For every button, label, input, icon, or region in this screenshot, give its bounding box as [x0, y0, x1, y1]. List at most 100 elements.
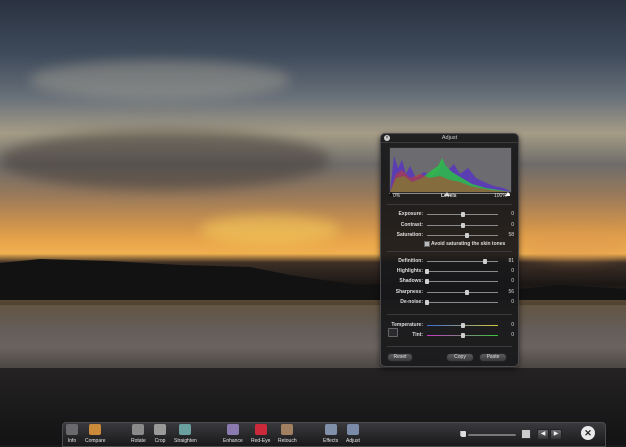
slider-knob[interactable]: [460, 333, 465, 338]
toolbar-label: Compare: [85, 438, 106, 444]
toolbar-label: Info: [67, 438, 77, 444]
slider-label: Contrast:: [400, 222, 423, 228]
crop-icon: [154, 424, 166, 435]
copy-button[interactable]: Copy: [446, 353, 474, 362]
slider-row-definition[interactable]: Definition: 81: [385, 258, 514, 265]
slider-knob[interactable]: [425, 269, 429, 274]
retouch-icon: [281, 424, 294, 435]
slider-label: Highlights:: [396, 268, 423, 274]
toolbar-effects-button[interactable]: Effects: [323, 424, 338, 444]
slider-label: Sharpness:: [395, 289, 423, 295]
slider-value: 56: [508, 289, 514, 295]
cloud-3: [200, 215, 340, 245]
slider-row-shadows[interactable]: Shadows: 0: [385, 278, 514, 285]
slider-knob[interactable]: [464, 290, 469, 295]
toolbar-retouch-button[interactable]: Retouch: [278, 424, 297, 444]
divider: [387, 346, 512, 347]
slider-label: De-noise:: [400, 299, 423, 305]
slider-knob[interactable]: [460, 223, 465, 228]
slider-track[interactable]: [427, 235, 498, 236]
enhance-icon: [226, 424, 239, 435]
slider-label: Shadows:: [399, 278, 423, 284]
slider-label: Definition:: [398, 258, 423, 264]
slider-row-exposure[interactable]: Exposure: 0: [385, 211, 514, 218]
skin-tones-checkbox[interactable]: [424, 241, 430, 247]
levels-left-label: 0%: [393, 193, 401, 199]
slider-row-contrast[interactable]: Contrast: 0: [385, 222, 514, 229]
adjust-title: Adjust: [381, 134, 518, 143]
toolbar-enhance-button[interactable]: Enhance: [223, 424, 243, 444]
slider-row-sharpness[interactable]: Sharpness: 56: [385, 289, 514, 296]
reset-button[interactable]: Reset: [387, 353, 413, 362]
toolbar-crop-button[interactable]: Crop: [154, 424, 166, 444]
toolbar-straighten-button[interactable]: Straighten: [174, 424, 197, 444]
zoom-slider[interactable]: [468, 434, 516, 436]
toolbar-label: Rotate: [131, 438, 146, 444]
slider-knob[interactable]: [425, 279, 429, 284]
slider-track[interactable]: [427, 292, 498, 293]
slider-knob[interactable]: [460, 323, 465, 328]
slider-knob[interactable]: [460, 212, 465, 217]
info-icon: [66, 424, 78, 435]
toolbar-label: Effects: [323, 438, 339, 444]
toolbar-label: Enhance: [223, 438, 243, 444]
slider-value: 0: [511, 332, 514, 338]
toolbar-compare-button[interactable]: Compare: [85, 424, 106, 444]
cloud-2: [0, 130, 330, 190]
toolbar-adjust-button[interactable]: Adjust: [346, 424, 360, 444]
slider-value: 0: [511, 322, 514, 328]
slider-value: 0: [511, 278, 514, 284]
slider-label: Saturation:: [396, 232, 423, 238]
toolbar-label: Straighten: [174, 438, 197, 444]
slider-value: 0: [511, 222, 514, 228]
slider-knob[interactable]: [482, 259, 487, 264]
slider-knob[interactable]: [464, 233, 469, 238]
rotate-icon: [132, 424, 145, 435]
toolbar-label: Retouch: [278, 438, 297, 444]
divider: [387, 251, 512, 252]
eyedropper-icon[interactable]: [388, 328, 398, 337]
paste-button[interactable]: Paste: [479, 353, 507, 362]
slider-row-highlights[interactable]: Highlights: 0: [385, 268, 514, 275]
hills-silhouette: [0, 259, 626, 305]
slider-track[interactable]: [427, 281, 498, 282]
slider-value: 58: [508, 232, 514, 238]
slider-value: 0: [511, 299, 514, 305]
slider-row-saturation[interactable]: Saturation: 58: [385, 232, 514, 239]
skin-tones-label: Avoid saturating the skin tones: [431, 241, 506, 247]
toolbar-red-eye-button[interactable]: Red-Eye: [251, 424, 270, 444]
effects-icon: [324, 424, 337, 435]
previous-button[interactable]: ◀: [537, 429, 549, 440]
cloud-1: [30, 60, 290, 100]
toolbar-label: Crop: [154, 438, 166, 444]
toolbar-rotate-button[interactable]: Rotate: [131, 424, 146, 444]
divider: [387, 314, 512, 315]
histogram[interactable]: [389, 147, 512, 193]
next-button[interactable]: ▶: [550, 429, 562, 440]
slider-track[interactable]: [427, 261, 498, 262]
compare-icon: [89, 424, 102, 435]
slider-value: 0: [511, 268, 514, 274]
adjust-panel[interactable]: × Adjust 0% Levels 100% Exposure: 0 Contra…: [380, 133, 519, 367]
close-button[interactable]: ✕: [581, 426, 595, 440]
slider-value: 0: [511, 211, 514, 217]
slider-knob[interactable]: [425, 300, 429, 305]
levels-label: Levels: [441, 193, 457, 199]
slider-track[interactable]: [427, 271, 498, 272]
divider: [387, 204, 512, 205]
adjust-icon: [346, 424, 359, 435]
slider-label: Tint:: [412, 332, 423, 338]
toolbar-info-button[interactable]: Info: [66, 424, 78, 444]
bottom-toolbar: Info Compare Rotate Crop Straighten Enhance Re…: [62, 422, 606, 447]
histogram-graph: [390, 156, 511, 192]
toolbar-label: Red-Eye: [251, 438, 271, 444]
toolbar-label: Adjust: [346, 438, 360, 444]
slider-row-denoise[interactable]: De-noise: 0: [385, 299, 514, 306]
slider-row-tint[interactable]: Tint: 0: [385, 332, 514, 339]
slider-label: Exposure:: [398, 211, 423, 217]
slider-value: 81: [508, 258, 514, 264]
zoom-knob[interactable]: [461, 431, 466, 437]
slider-track[interactable]: [427, 302, 498, 303]
slider-row-temperature[interactable]: Temperature: 0: [385, 322, 514, 329]
red-eye-icon: [254, 424, 267, 435]
